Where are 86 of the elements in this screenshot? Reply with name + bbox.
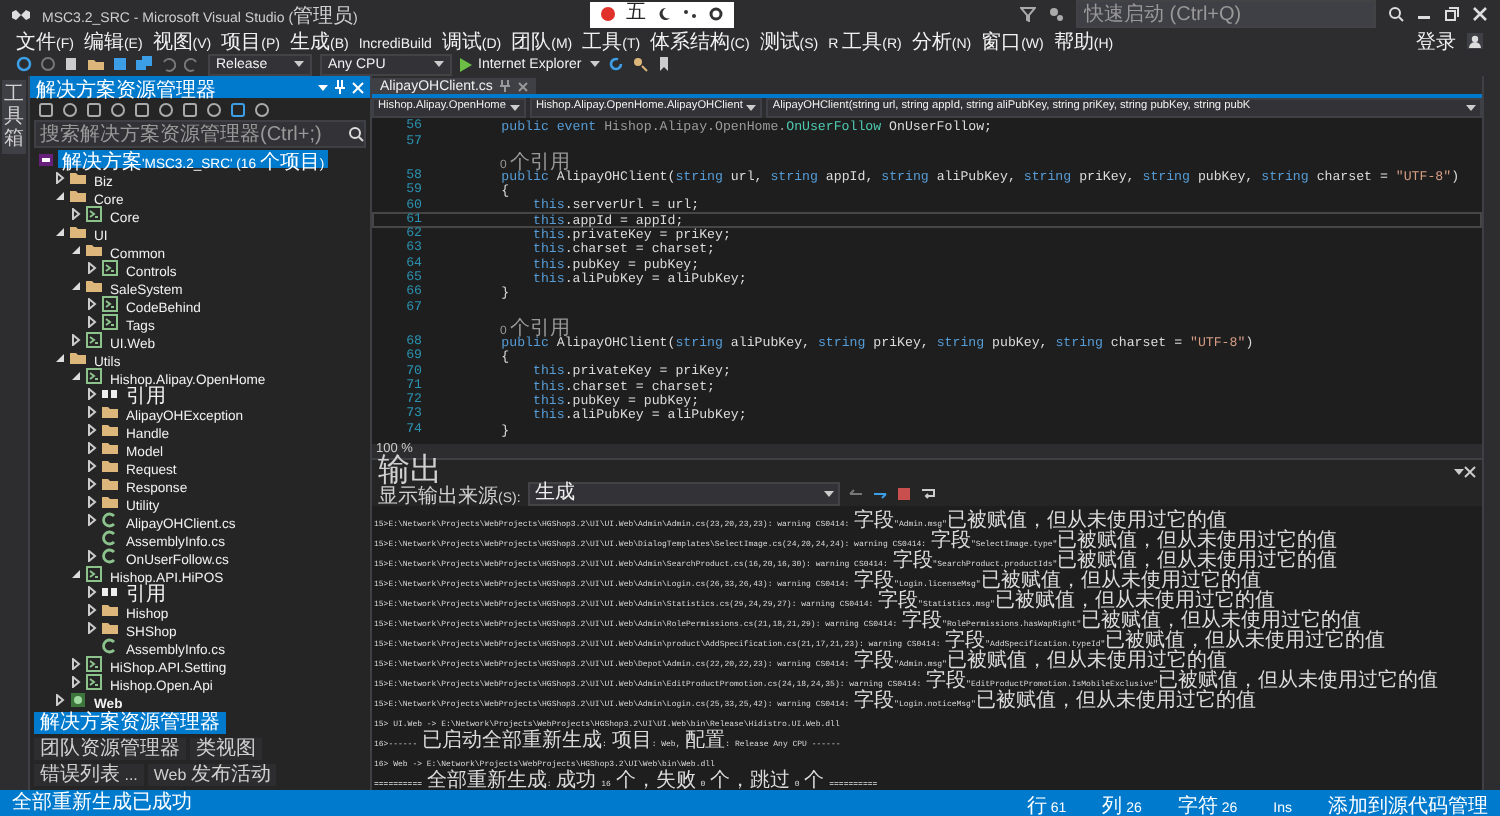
expand-arrow-icon[interactable] xyxy=(86,405,98,417)
expand-arrow-icon[interactable] xyxy=(86,315,98,327)
moon-icon[interactable] xyxy=(655,6,672,22)
panel-title: 输出 xyxy=(378,455,442,487)
search-icon[interactable] xyxy=(348,126,364,142)
expand-arrow-icon[interactable] xyxy=(86,459,98,471)
toolbox-tab[interactable]: 工具箱 xyxy=(2,80,26,154)
expand-arrow-icon[interactable] xyxy=(86,585,98,597)
save-icon[interactable] xyxy=(112,56,128,72)
project-icon xyxy=(102,259,118,275)
expand-arrow-icon[interactable] xyxy=(86,495,98,507)
collapse-arrow-icon[interactable] xyxy=(70,567,82,579)
visual-studio-logo-icon xyxy=(12,5,30,23)
close-icon[interactable] xyxy=(1464,465,1476,477)
project-icon xyxy=(86,565,102,581)
expand-arrow-icon[interactable] xyxy=(86,297,98,309)
expand-arrow-icon[interactable] xyxy=(86,477,98,489)
caret-icon xyxy=(294,60,304,68)
expand-arrow-icon[interactable] xyxy=(86,441,98,453)
tool-window-tab[interactable]: 错误列表 ... xyxy=(34,764,144,786)
folder-icon xyxy=(86,277,102,293)
source-control-button[interactable]: 添加到源代码管理 xyxy=(1328,787,1488,816)
restore-icon[interactable] xyxy=(1444,6,1460,22)
caret-icon xyxy=(1454,467,1464,475)
references-icon xyxy=(102,385,118,401)
output-source-dropdown[interactable]: 生成 xyxy=(528,482,841,506)
expand-arrow-icon[interactable] xyxy=(86,513,98,525)
find-icon[interactable] xyxy=(631,56,648,72)
csharp-file-icon xyxy=(102,637,118,653)
input-method-icon[interactable] xyxy=(599,6,616,22)
expand-arrow-icon[interactable] xyxy=(70,675,82,687)
expand-arrow-icon[interactable] xyxy=(86,387,98,399)
panel-title: 解决方案资源管理器 xyxy=(36,77,218,103)
expand-arrow-icon[interactable] xyxy=(86,549,98,561)
open-folder-icon[interactable] xyxy=(88,56,104,72)
quick-launch-field[interactable]: 快速启动 (Ctrl+Q) xyxy=(1076,0,1376,28)
collapse-arrow-icon[interactable] xyxy=(70,279,82,291)
tree-item[interactable]: 引用 xyxy=(122,582,170,600)
refresh-icon[interactable] xyxy=(607,56,624,72)
play-icon xyxy=(460,57,472,71)
save-all-icon[interactable] xyxy=(136,56,152,72)
sign-in-link[interactable]: 登录 xyxy=(1416,24,1456,56)
panel-tab[interactable]: 解决方案资源管理器 xyxy=(34,712,226,734)
word-wrap-icon[interactable] xyxy=(920,486,937,502)
redo-icon[interactable] xyxy=(184,56,200,72)
tree-item[interactable]: 引用 xyxy=(122,384,170,402)
collapse-arrow-icon[interactable] xyxy=(70,369,82,381)
panel-tab[interactable]: 团队资源管理器 xyxy=(34,738,186,760)
settings-icon[interactable] xyxy=(707,6,724,22)
project-icon xyxy=(86,205,102,221)
solution-icon xyxy=(38,151,54,167)
folder-icon xyxy=(70,349,86,365)
user-icon[interactable] xyxy=(1466,31,1484,49)
project-icon xyxy=(86,367,102,383)
caret-icon xyxy=(589,60,600,68)
caret-icon xyxy=(746,104,757,112)
expand-arrow-icon[interactable] xyxy=(86,423,98,435)
tool-window-tab[interactable]: Web 发布活动 xyxy=(147,764,277,786)
input-mode[interactable]: 五 xyxy=(625,4,646,24)
search-icon[interactable] xyxy=(1388,6,1404,22)
expand-arrow-icon[interactable] xyxy=(70,657,82,669)
panel-tab[interactable]: 类视图 xyxy=(190,738,262,760)
expand-arrow-icon[interactable] xyxy=(86,603,98,615)
collapse-arrow-icon[interactable] xyxy=(70,243,82,255)
caret-icon xyxy=(318,83,328,91)
filter-icon[interactable] xyxy=(1020,6,1036,22)
expand-arrow-icon[interactable] xyxy=(54,171,66,183)
pin-icon[interactable] xyxy=(500,80,511,92)
status-message: 全部重新生成已成功 xyxy=(12,793,192,813)
expand-arrow-icon[interactable] xyxy=(54,693,66,705)
caret-icon xyxy=(509,104,520,112)
expand-arrow-icon[interactable] xyxy=(70,207,82,219)
collapse-arrow-icon[interactable] xyxy=(54,351,66,363)
dots-icon[interactable] xyxy=(681,6,698,22)
collapse-arrow-icon[interactable] xyxy=(54,189,66,201)
caret-icon xyxy=(434,60,444,68)
collapse-arrow-icon[interactable] xyxy=(54,225,66,237)
references-icon xyxy=(102,583,118,599)
undo-icon[interactable] xyxy=(160,56,176,72)
web-project-icon xyxy=(70,691,86,707)
bookmark-icon[interactable] xyxy=(655,56,672,72)
expand-arrow-icon[interactable] xyxy=(70,333,82,345)
caret-icon xyxy=(824,490,835,498)
caret-icon xyxy=(1466,104,1476,112)
expand-arrow-icon[interactable] xyxy=(86,261,98,273)
expand-arrow-icon[interactable] xyxy=(86,621,98,633)
